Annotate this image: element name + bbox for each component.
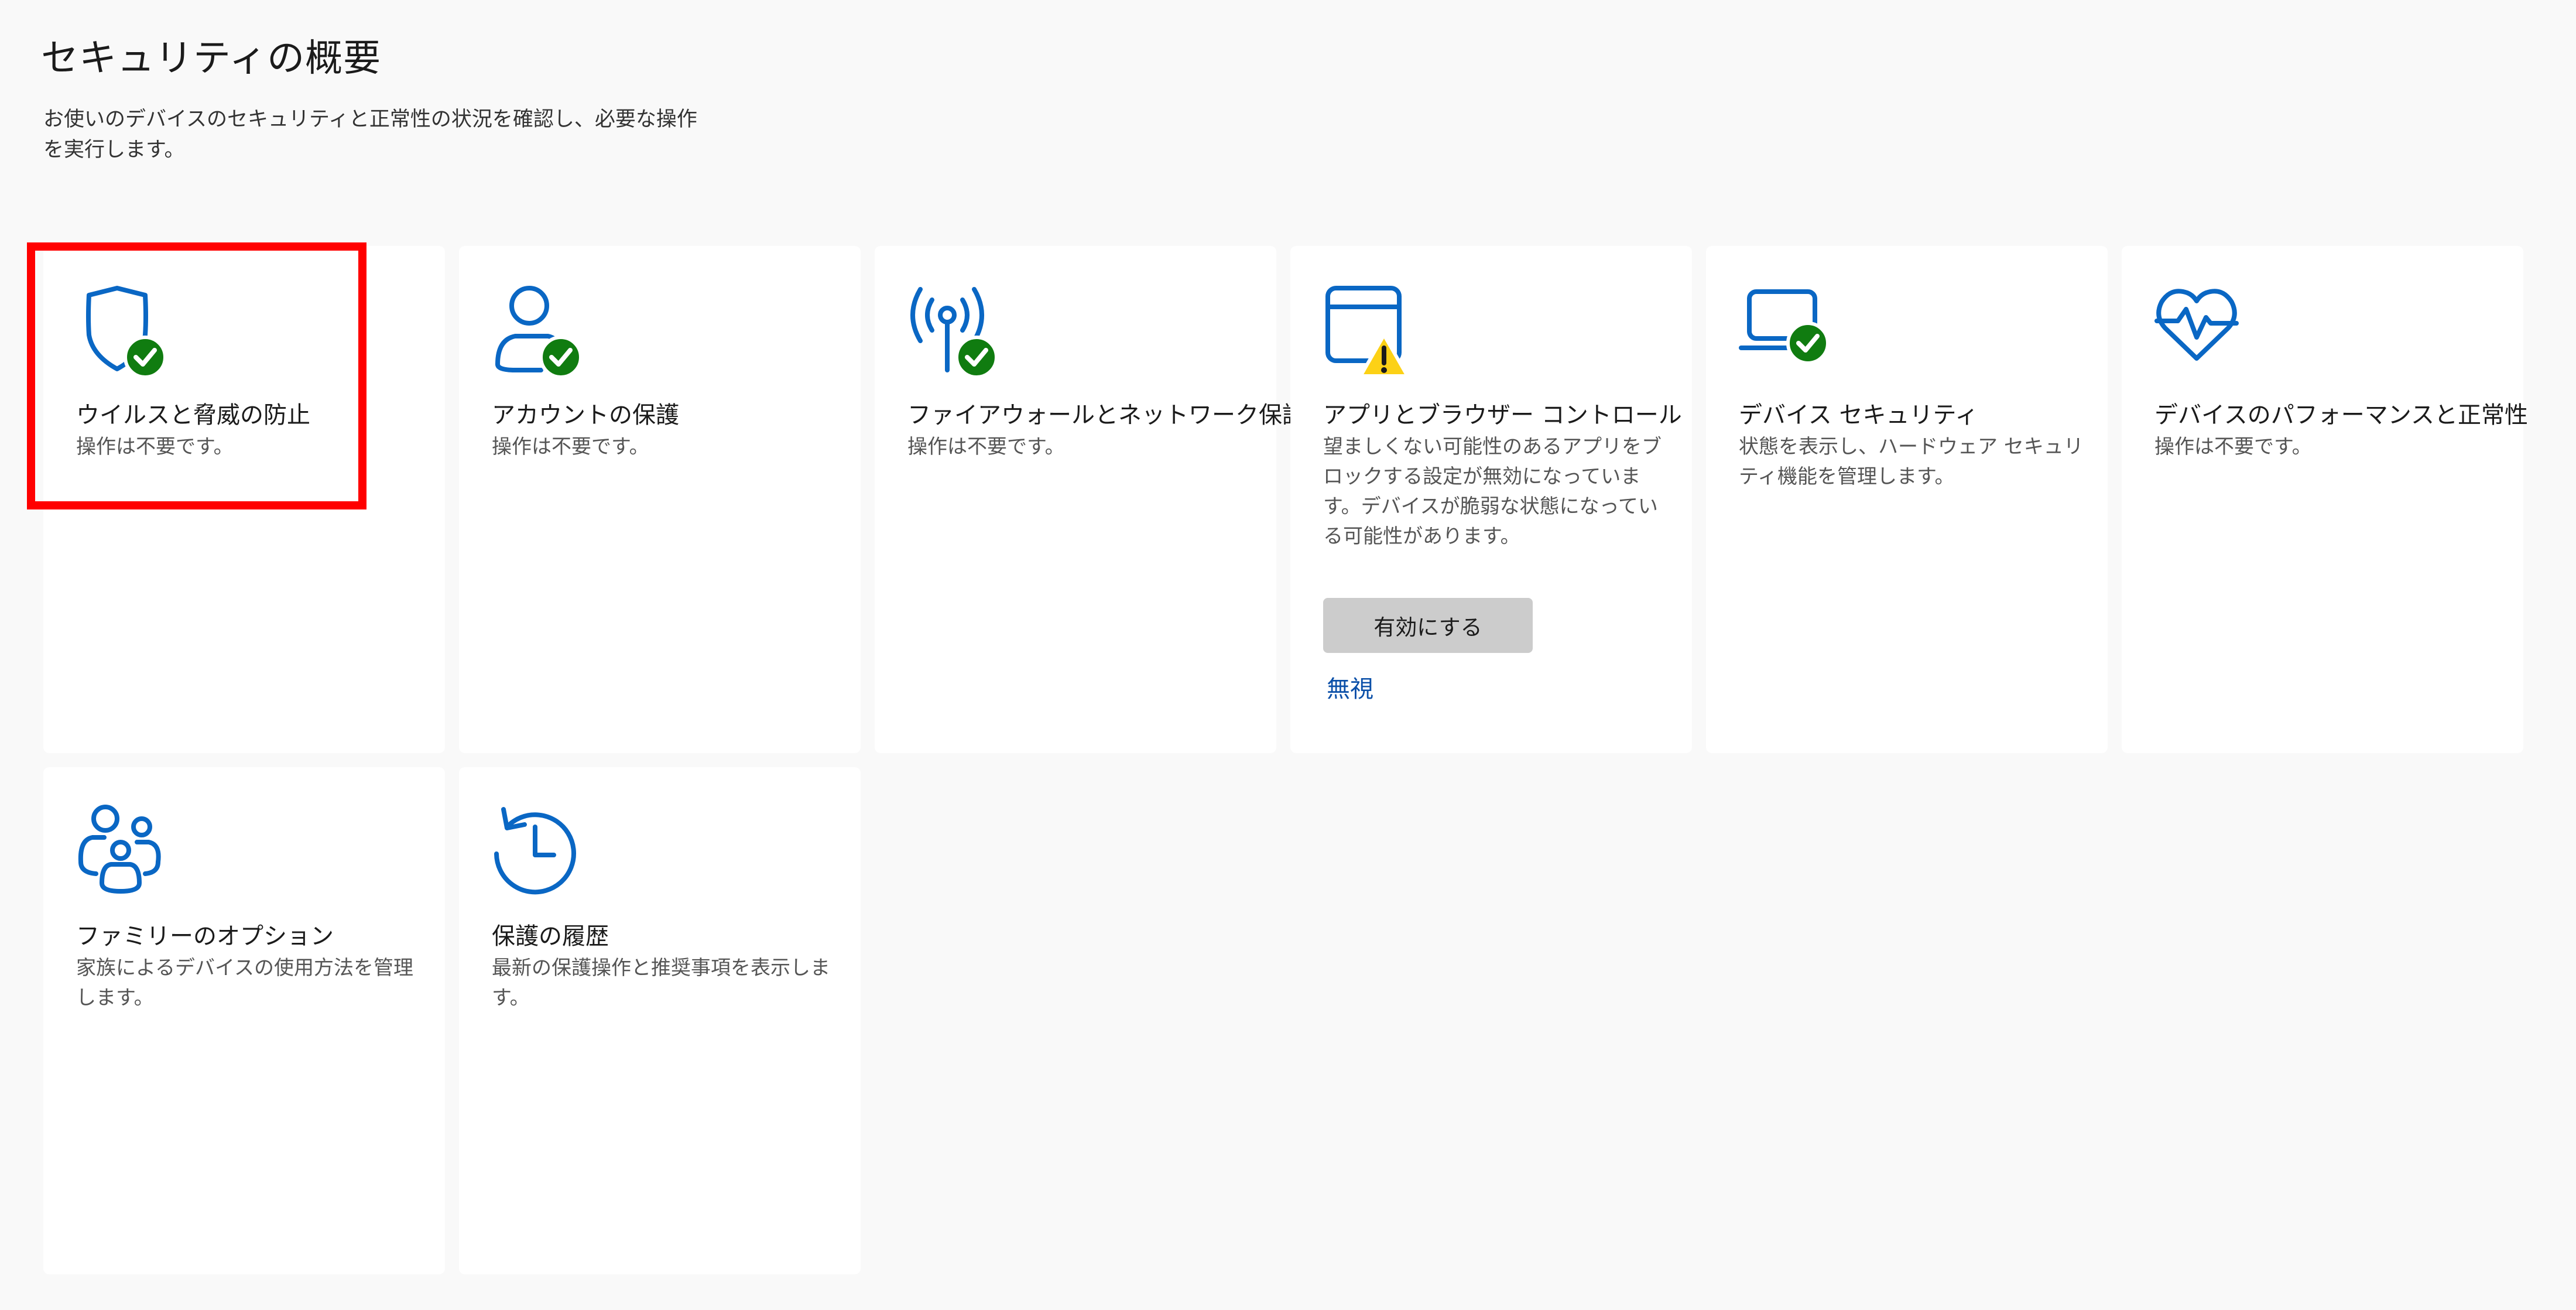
card-description: 操作は不要です。 (76, 435, 234, 459)
card-title: 保護の履歴 (492, 923, 609, 950)
card-title: ファイアウォールとネットワーク保護 (907, 402, 1306, 429)
person-check-icon (492, 282, 597, 388)
app-window-warning-icon (1323, 282, 1429, 388)
card-title: デバイスのパフォーマンスと正常性 (2154, 402, 2528, 429)
card-title: アカウントの保護 (492, 402, 679, 429)
security-card-grid: ウイルスと脅威の防止 操作は不要です。 アカウントの保護 操作は不要です。 ファ… (0, 0, 2576, 1310)
card-title: ウイルスと脅威の防止 (76, 402, 310, 429)
card-title: ファミリーのオプション (76, 923, 334, 950)
card-title: デバイス セキュリティ (1739, 402, 1979, 429)
heart-pulse-icon (2154, 282, 2260, 388)
card-title: アプリとブラウザー コントロール (1323, 402, 1682, 429)
card-device-security[interactable]: デバイス セキュリティ 状態を表示し、ハードウェア セキュリティ機能を管理します… (1706, 246, 2108, 753)
card-family-options[interactable]: ファミリーのオプション 家族によるデバイスの使用方法を管理します。 (43, 767, 445, 1274)
laptop-check-icon (1739, 282, 1844, 388)
card-description: 状態を表示し、ハードウェア セキュリティ機能を管理します。 (1739, 435, 2084, 488)
card-description: 操作は不要です。 (492, 435, 649, 459)
card-description: 操作は不要です。 (2154, 435, 2312, 459)
card-description: 最新の保護操作と推奨事項を表示します。 (492, 956, 830, 1010)
card-account-protection[interactable]: アカウントの保護 操作は不要です。 (459, 246, 861, 753)
card-description: 操作は不要です。 (907, 435, 1065, 459)
card-app-browser-control[interactable]: アプリとブラウザー コントロール 望ましくない可能性のあるアプリをブロックする設… (1290, 246, 1692, 753)
ignore-link[interactable]: 無視 (1327, 670, 1373, 704)
antenna-check-icon (907, 282, 1013, 388)
card-virus-threat-protection[interactable]: ウイルスと脅威の防止 操作は不要です。 (43, 246, 445, 753)
card-description: 望ましくない可能性のあるアプリをブロックする設定が無効になっています。デバイスが… (1323, 435, 1662, 548)
card-device-performance-health[interactable]: デバイスのパフォーマンスと正常性 操作は不要です。 (2122, 246, 2528, 753)
card-firewall-network-protection[interactable]: ファイアウォールとネットワーク保護 操作は不要です。 (875, 246, 1306, 753)
enable-button[interactable]: 有効にする (1323, 598, 1533, 653)
shield-check-icon (76, 282, 181, 388)
card-protection-history[interactable]: 保護の履歴 最新の保護操作と推奨事項を表示します。 (459, 767, 861, 1274)
family-icon (76, 803, 181, 909)
history-clock-icon (492, 803, 597, 909)
card-description: 家族によるデバイスの使用方法を管理します。 (76, 956, 413, 1010)
